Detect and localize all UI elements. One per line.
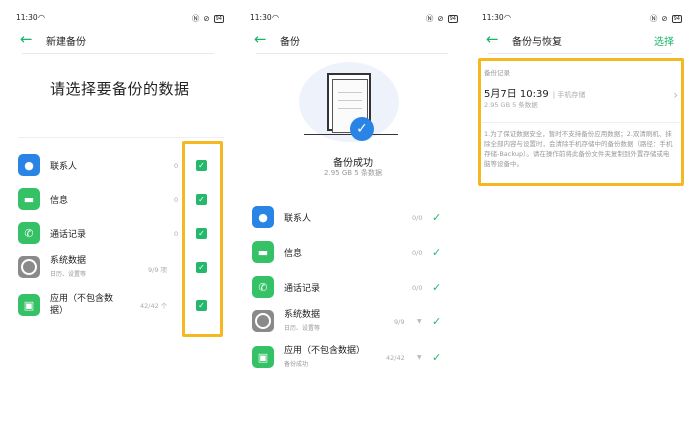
item-sublabel: 备份成功	[284, 361, 309, 368]
status-icons: Ⓝ ⊘ 94	[426, 13, 458, 24]
phone-icon: ✆	[252, 276, 274, 298]
back-arrow-icon[interactable]: ←	[20, 31, 38, 47]
item-sublabel: 日历、设置等	[284, 325, 321, 332]
success-check-icon: ✓	[350, 117, 374, 141]
item-count: 0/0	[412, 284, 423, 292]
status-bar: 11:30 ◠ Ⓝ ⊘ 94	[250, 13, 458, 25]
item-count: 9/9	[394, 318, 405, 326]
wifi-icon: ◠	[272, 13, 279, 22]
page-title: 备份与恢复	[512, 37, 562, 48]
status-time: 11:30	[482, 13, 504, 22]
backup-result-screen: 11:30 ◠ Ⓝ ⊘ 94 ← 备份 ✓ 备份成功 2.95 GB 5 条数据…	[242, 0, 464, 424]
app-icon: ▣	[18, 294, 40, 316]
status-time: 11:30	[250, 13, 272, 22]
back-arrow-icon[interactable]: ←	[486, 31, 504, 47]
document-line	[338, 92, 362, 93]
item-label-line2: 据）	[50, 306, 69, 316]
done-check-icon: ✓	[432, 351, 442, 364]
backup-success-title: 备份成功	[333, 158, 373, 169]
item-count: 0	[174, 230, 179, 238]
message-icon: ▬	[18, 188, 40, 210]
contacts-icon: ●	[18, 154, 40, 176]
item-label: 通话记录	[284, 284, 321, 294]
system-icon	[252, 310, 274, 332]
select-button[interactable]: 选择	[654, 33, 674, 48]
item-label: 应用（不包含数据）	[50, 293, 113, 317]
status-time: 11:30	[16, 13, 38, 22]
header-divider	[256, 53, 448, 54]
page-title: 新建备份	[46, 37, 86, 48]
top-bar: ← 备份与恢复 选择	[482, 30, 682, 50]
battery-icon: 94	[213, 14, 224, 23]
top-bar: ← 新建备份	[16, 30, 224, 50]
back-arrow-icon[interactable]: ←	[254, 31, 272, 47]
list-item-contacts: ● 联系人 0/0 ✓	[242, 202, 464, 234]
list-item-messages: ▬ 信息 0/0 ✓	[242, 237, 464, 269]
battery-icon: 94	[447, 14, 458, 23]
status-icons: Ⓝ ⊘ 94	[192, 13, 224, 24]
item-count: 9/9 项	[148, 266, 168, 274]
record-highlight-box	[478, 58, 684, 186]
list-item-system-data[interactable]: 系统数据 日历、设置等 9/9 ▼ ✓	[242, 306, 464, 338]
select-data-heading: 请选择要备份的数据	[50, 80, 190, 98]
phone-icon: ✆	[18, 222, 40, 244]
item-sublabel: 日历、设置等	[50, 271, 87, 278]
item-label-line1: 应用（不包含数	[50, 294, 114, 304]
item-count: 0/0	[412, 249, 423, 257]
expand-arrow-icon[interactable]: ▼	[417, 318, 422, 325]
item-label: 系统数据	[50, 256, 87, 266]
list-divider	[18, 137, 224, 138]
done-check-icon: ✓	[432, 246, 442, 259]
done-check-icon: ✓	[432, 281, 442, 294]
item-label: 信息	[50, 196, 69, 206]
status-icons: Ⓝ ⊘ 94	[650, 13, 682, 24]
page-title: 备份	[280, 37, 300, 48]
item-label: 应用（不包含数据）	[284, 346, 366, 356]
item-count: 0	[174, 196, 179, 204]
system-icon	[18, 256, 40, 278]
item-count: 42/42	[386, 354, 405, 362]
done-check-icon: ✓	[432, 211, 442, 224]
document-line	[338, 108, 362, 109]
contacts-icon: ●	[252, 206, 274, 228]
done-check-icon: ✓	[432, 315, 442, 328]
nfc-icon: Ⓝ	[649, 14, 658, 23]
message-icon: ▬	[252, 241, 274, 263]
document-line	[338, 100, 362, 101]
status-bar: 11:30 ◠ Ⓝ ⊘ 94	[482, 13, 682, 25]
list-item-apps[interactable]: ▣ 应用（不包含数据） 备份成功 42/42 ▼ ✓	[242, 342, 464, 374]
item-label: 联系人	[284, 214, 312, 224]
mute-icon: ⊘	[203, 14, 210, 23]
mute-icon: ⊘	[437, 14, 444, 23]
item-label: 通话记录	[50, 230, 87, 240]
mute-icon: ⊘	[661, 14, 668, 23]
backup-summary: 2.95 GB 5 条数据	[324, 169, 382, 177]
wifi-icon: ◠	[504, 13, 511, 22]
wifi-icon: ◠	[38, 13, 45, 22]
item-label: 系统数据	[284, 310, 321, 320]
header-divider	[488, 53, 672, 54]
nfc-icon: Ⓝ	[191, 14, 200, 23]
nfc-icon: Ⓝ	[425, 14, 434, 23]
item-label: 联系人	[50, 162, 78, 172]
top-bar: ← 备份	[250, 30, 458, 50]
battery-icon: 94	[671, 14, 682, 23]
status-bar: 11:30 ◠ Ⓝ ⊘ 94	[16, 13, 224, 25]
item-label: 信息	[284, 249, 303, 259]
header-divider	[22, 53, 214, 54]
item-count: 0/0	[412, 214, 423, 222]
expand-arrow-icon[interactable]: ▼	[417, 354, 422, 361]
checkbox-highlight-box	[182, 141, 223, 337]
item-count: 0	[174, 162, 179, 170]
item-count: 42/42 个	[140, 302, 168, 310]
list-item-call-log: ✆ 通话记录 0/0 ✓	[242, 272, 464, 304]
app-icon: ▣	[252, 346, 274, 368]
